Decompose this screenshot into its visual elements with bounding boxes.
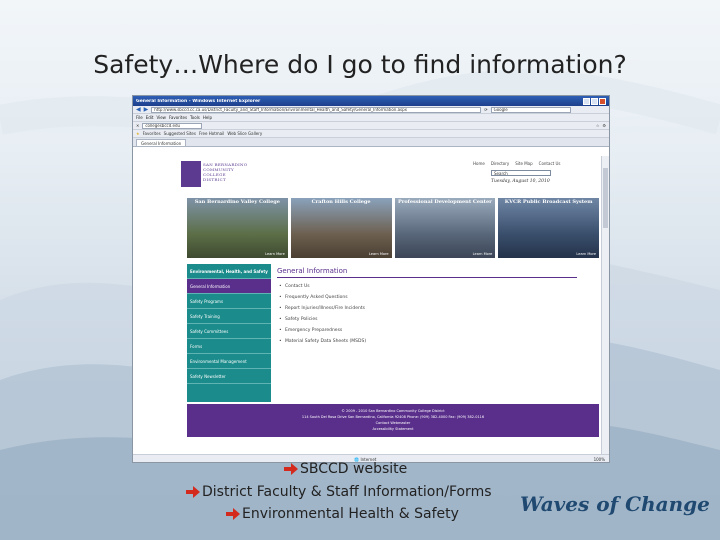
menu-favorites[interactable]: Favorites	[169, 115, 187, 120]
nav-safety-training[interactable]: Safety Training	[187, 309, 271, 324]
web-page: SAN BERNARDINO COMMUNITY COLLEGE DISTRIC…	[133, 156, 603, 454]
browser-screenshot: General Information - Windows Internet E…	[132, 95, 610, 463]
gear-icon[interactable]: ⚙	[602, 123, 606, 128]
nav-forms[interactable]: Forms	[187, 339, 271, 354]
site-footer: © 2009 - 2010 San Bernardino Community C…	[187, 404, 599, 437]
forward-icon[interactable]: ▶	[144, 106, 149, 113]
main-content: General Information Contact Us Frequentl…	[277, 264, 597, 402]
banner-learn-more[interactable]: Learn More	[265, 252, 285, 256]
red-arrow-icon	[284, 463, 298, 475]
list-item[interactable]: Material Safety Data Sheets (MSDS)	[277, 339, 597, 350]
page-body: Environmental, Health, and Safety Genera…	[187, 264, 599, 456]
top-links: Home Directory Site Map Contact Us	[473, 161, 561, 166]
list-item[interactable]: Safety Policies	[277, 317, 597, 328]
site-header: SAN BERNARDINO COMMUNITY COLLEGE DISTRIC…	[181, 156, 601, 196]
list-item[interactable]: Report Injuries/Illness/Fire Incidents	[277, 306, 597, 317]
menu-view[interactable]: View	[156, 115, 166, 120]
window-titlebar: General Information - Windows Internet E…	[133, 96, 609, 106]
info-links: Contact Us Frequently Asked Questions Re…	[277, 284, 597, 350]
toolbar-search-input[interactable]: collegesbccd.edu	[142, 122, 203, 129]
bullet-text: SBCCD website	[300, 461, 408, 477]
menu-file[interactable]: File	[136, 115, 143, 120]
heading-rule	[277, 277, 577, 278]
nav-safety-committees[interactable]: Safety Committees	[187, 324, 271, 339]
maximize-button[interactable]	[591, 97, 598, 105]
nav-general-information[interactable]: General Information	[187, 279, 271, 294]
link-contact-us[interactable]: Contact Us	[539, 161, 561, 166]
fav-favorites[interactable]: Favorites	[143, 131, 161, 136]
nav-environmental-management[interactable]: Environmental Management	[187, 354, 271, 369]
tab-general-information[interactable]: General Information	[136, 139, 187, 146]
banner-learn-more[interactable]: Learn More	[369, 252, 389, 256]
back-icon[interactable]: ◀	[136, 106, 141, 113]
minimize-button[interactable]	[583, 97, 590, 105]
x-icon[interactable]: ✕	[136, 123, 139, 128]
banner-crafton[interactable]: Crafton Hills College Learn More	[290, 198, 392, 258]
banner-title: San Bernardino Valley College	[194, 199, 280, 205]
college-banners: San Bernardino Valley College Learn More…	[187, 198, 599, 258]
window-title: General Information - Windows Internet E…	[136, 98, 261, 104]
tab-strip: General Information	[133, 138, 609, 147]
banner-title: KVCR Public Broadcast System	[504, 199, 593, 205]
link-directory[interactable]: Directory	[491, 161, 509, 166]
nav-safety-programs[interactable]: Safety Programs	[187, 294, 271, 309]
menu-edit[interactable]: Edit	[146, 115, 154, 120]
site-search-placeholder: Search	[494, 171, 508, 176]
menu-tools[interactable]: Tools	[190, 115, 200, 120]
banner-kvcr[interactable]: KVCR Public Broadcast System Learn More	[498, 198, 599, 258]
footer-accessibility[interactable]: Accessibility Statement	[187, 426, 599, 432]
fav-suggested-sites[interactable]: Suggested Sites	[164, 131, 196, 136]
address-input[interactable]: http://www.sbccd.cc.ca.us/District_Facul…	[151, 106, 482, 113]
vertical-scrollbar[interactable]	[601, 156, 609, 454]
logo-text: SAN BERNARDINO COMMUNITY COLLEGE DISTRIC…	[203, 162, 247, 182]
favorites-star-icon[interactable]: ★	[136, 131, 140, 136]
link-home[interactable]: Home	[473, 161, 485, 166]
refresh-icon[interactable]: ⟳	[484, 107, 487, 112]
fav-free-hotmail[interactable]: Free Hotmail	[199, 131, 224, 136]
site-search-input[interactable]: Search	[491, 170, 551, 176]
menu-help[interactable]: Help	[203, 115, 212, 120]
menu-bar: File Edit View Favorites Tools Help	[133, 114, 609, 122]
star-icon[interactable]: ☆	[596, 123, 600, 128]
address-text: http://www.sbccd.cc.ca.us/District_Facul…	[154, 107, 408, 112]
banner-pdc[interactable]: Professional Development Center Learn Mo…	[394, 198, 496, 258]
fav-web-slice-gallery[interactable]: Web Slice Gallery	[227, 131, 262, 136]
slide-title: Safety…Where do I go to find information…	[93, 50, 627, 79]
scrollbar-thumb[interactable]	[603, 168, 608, 228]
bullet-sbccd-website: SBCCD website	[284, 461, 407, 477]
link-site-map[interactable]: Site Map	[515, 161, 532, 166]
left-nav: Environmental, Health, and Safety Genera…	[187, 264, 271, 402]
toolbar-search-text: collegesbccd.edu	[145, 123, 181, 128]
search-engine-input[interactable]: Google	[490, 106, 571, 113]
favorites-bar: ★ Favorites Suggested Sites Free Hotmail…	[133, 130, 609, 138]
search-engine-name: Google	[493, 107, 508, 112]
banner-sbvc[interactable]: San Bernardino Valley College Learn More	[187, 198, 288, 258]
logo-line: DISTRICT	[203, 177, 226, 182]
list-item[interactable]: Contact Us	[277, 284, 597, 295]
nav-ehs[interactable]: Environmental, Health, and Safety	[187, 264, 271, 279]
close-button[interactable]	[599, 97, 606, 105]
toolbar-row: ✕ collegesbccd.edu ☆ ⚙	[133, 122, 609, 130]
window-controls	[583, 97, 606, 105]
bullet-text: Environmental Health & Safety	[242, 506, 459, 522]
banner-title: Crafton Hills College	[311, 199, 371, 205]
bullet-ehs: Environmental Health & Safety	[226, 506, 459, 522]
red-arrow-icon	[226, 508, 240, 520]
nav-safety-newsletter[interactable]: Safety Newsletter	[187, 369, 271, 384]
bullet-text: District Faculty & Staff Information/For…	[202, 484, 492, 500]
bullet-district-faculty: District Faculty & Staff Information/For…	[186, 484, 492, 500]
list-item[interactable]: Frequently Asked Questions	[277, 295, 597, 306]
address-bar-row: ◀ ▶ http://www.sbccd.cc.ca.us/District_F…	[133, 106, 609, 114]
waves-of-change-logo: Waves of Change	[520, 492, 710, 516]
tab-label: General Information	[141, 140, 182, 146]
red-arrow-icon	[186, 486, 200, 498]
page-heading: General Information	[277, 267, 348, 275]
zoom-level[interactable]: 100%	[594, 457, 605, 462]
banner-learn-more[interactable]: Learn More	[576, 252, 596, 256]
banner-title: Professional Development Center	[397, 199, 492, 205]
banner-learn-more[interactable]: Learn More	[473, 252, 493, 256]
sbccd-logo[interactable]	[181, 161, 201, 187]
current-date: Tuesday, August 10, 2010	[491, 179, 550, 184]
list-item[interactable]: Emergency Preparedness	[277, 328, 597, 339]
